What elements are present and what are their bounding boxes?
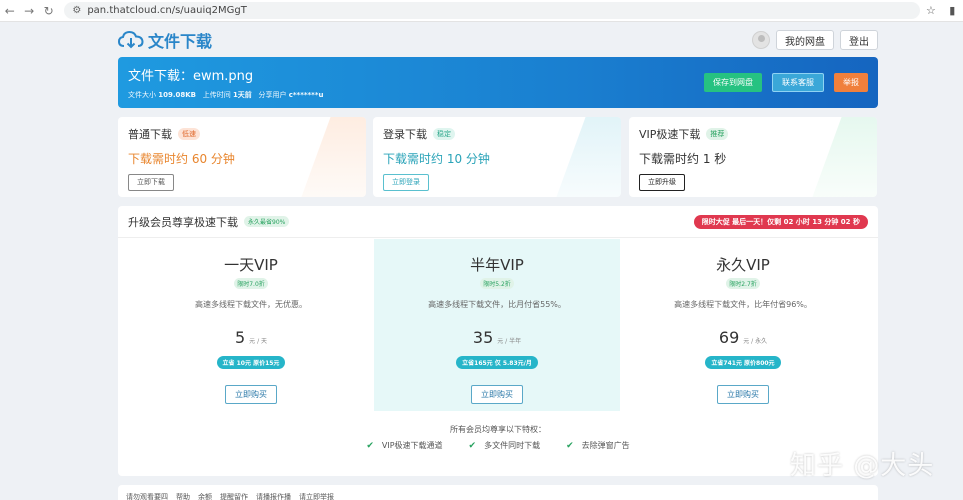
zhihu-watermark: 知乎 @大头	[790, 451, 935, 481]
footer-link[interactable]: 提醒留作	[220, 492, 248, 500]
buy-now-button[interactable]: 立即购买	[471, 385, 523, 404]
plan-savings-badge: 立省 10元 原价15元	[216, 356, 286, 369]
option-tag: 低速	[178, 128, 200, 140]
plan-description: 高速多线程下载文件，无优惠。	[195, 300, 307, 309]
site-header: 文件下载 我的网盘 登出	[118, 26, 878, 54]
check-icon: ✔	[566, 440, 574, 451]
save-to-drive-button[interactable]: 保存到网盘	[704, 73, 762, 92]
cloud-download-icon	[118, 30, 144, 49]
download-now-button[interactable]: 立即下载	[128, 174, 174, 191]
plan-price: 5	[234, 328, 246, 347]
upgrade-now-button[interactable]: 立即升级	[639, 174, 685, 191]
sharer-label: 分享用户	[258, 91, 287, 99]
bookmark-star-icon[interactable]: ☆	[920, 4, 941, 17]
footer-link[interactable]: 请立即举报	[299, 492, 334, 500]
plan-description: 高速多线程下载文件，比月付省55%。	[428, 300, 566, 309]
perk-label: 去除弹窗广告	[581, 441, 630, 450]
file-size-label: 文件大小	[128, 91, 156, 99]
plan-price-unit: 元 / 半年	[497, 338, 522, 345]
footer-link[interactable]: 请勿观看要四	[126, 492, 168, 500]
file-banner: 文件下载：ewm.png 文件大小 109.08KB 上传时间 1天前 分享用户…	[118, 57, 878, 108]
plan-savings-badge: 立省165元 仅 5.83元/月	[456, 356, 538, 369]
browser-toolbar: ← → ↻ ⚙ pan.thatcloud.cn/s/uauiq2MGgT ☆ …	[0, 0, 963, 22]
perk-item: ✔ 多文件同时下载	[469, 440, 541, 451]
plan-name: 永久VIP	[716, 256, 770, 274]
sidebar-icon[interactable]: ▮	[942, 4, 963, 17]
plan-name: 半年VIP	[470, 256, 524, 274]
plan-discount-badge: 限时2.7折	[726, 278, 760, 289]
option-tag: 推荐	[706, 128, 729, 140]
address-bar[interactable]: ⚙ pan.thatcloud.cn/s/uauiq2MGgT	[64, 2, 921, 19]
plan-card-half-year: 半年VIP 限时5.2折 高速多线程下载文件，比月付省55%。 35 元 / 半…	[374, 239, 620, 411]
vip-panel: 升级会员尊享极速下载 永久最省90% 限时大促 最后一天！仅剩 02 小时 13…	[118, 206, 878, 476]
logo-text[interactable]: 文件下载	[148, 28, 212, 52]
footer-link[interactable]: 请播报作播	[256, 492, 291, 500]
perk-item: ✔ VIP极速下载通道	[366, 440, 442, 451]
sharer-value: c*******u	[288, 91, 324, 99]
plan-discount-badge: 限时5.2折	[480, 278, 514, 289]
buy-now-button[interactable]: 立即购买	[225, 385, 277, 404]
vip-panel-tag: 永久最省90%	[244, 216, 290, 227]
site-info-icon[interactable]: ⚙	[72, 5, 81, 16]
normal-download-card: 普通下载 低速 下载需时约 60 分钟 立即下载	[118, 117, 366, 197]
option-title: VIP极速下载	[639, 128, 701, 141]
report-button[interactable]: 举报	[834, 73, 868, 92]
footer-link[interactable]: 帮助	[176, 492, 190, 500]
plan-savings-badge: 立省741元 原价800元	[705, 356, 781, 369]
perks-title: 所有会员均尊享以下特权：	[450, 425, 546, 434]
vip-panel-title: 升级会员尊享极速下载	[128, 215, 238, 229]
plan-price: 69	[718, 328, 740, 347]
perk-label: VIP极速下载通道	[381, 441, 443, 450]
buy-now-button[interactable]: 立即购买	[717, 385, 769, 404]
upload-time-value: 1天前	[232, 91, 252, 99]
check-icon: ✔	[468, 440, 477, 451]
promo-countdown-badge: 限时大促 最后一天！仅剩 02 小时 13 分钟 02 秒	[693, 214, 868, 229]
forward-icon[interactable]: →	[19, 4, 38, 18]
footer-links: 请勿观看要四 帮助 余额 提醒留作 请播报作播 请立即举报	[118, 485, 878, 500]
reload-icon[interactable]: ↻	[39, 4, 58, 18]
footer-link[interactable]: 余额	[198, 492, 212, 500]
vip-download-card: VIP极速下载 推荐 下载需时约 1 秒 立即升级	[629, 117, 877, 197]
my-drive-button[interactable]: 我的网盘	[776, 30, 834, 50]
plan-price-unit: 元 / 天	[249, 338, 268, 345]
check-icon: ✔	[366, 440, 374, 451]
logout-button[interactable]: 登出	[840, 30, 878, 50]
plan-price-unit: 元 / 永久	[743, 338, 768, 345]
plan-card-day: 一天VIP 限时7.0折 高速多线程下载文件，无优惠。 5 元 / 天 立省 1…	[128, 239, 374, 411]
avatar[interactable]	[752, 31, 770, 49]
plan-description: 高速多线程下载文件，比年付省96%。	[674, 300, 812, 309]
plan-name: 一天VIP	[224, 256, 278, 274]
upload-time-label: 上传时间	[202, 91, 231, 99]
perk-label: 多文件同时下载	[484, 441, 541, 450]
perk-item: ✔ 去除弹窗广告	[566, 440, 630, 451]
option-tag: 稳定	[433, 128, 455, 140]
plan-discount-badge: 限时7.0折	[234, 278, 268, 289]
plan-card-lifetime: 永久VIP 限时2.7折 高速多线程下载文件，比年付省96%。 69 元 / 永…	[620, 239, 866, 411]
option-title: 普通下载	[128, 128, 172, 141]
file-size-value: 109.08KB	[158, 91, 197, 99]
login-now-button[interactable]: 立即登录	[383, 174, 429, 191]
url-text: pan.thatcloud.cn/s/uauiq2MGgT	[87, 5, 247, 16]
login-download-card: 登录下载 稳定 下载需时约 10 分钟 立即登录	[373, 117, 621, 197]
perks-section: 所有会员均尊享以下特权： ✔ VIP极速下载通道 ✔ 多文件同时下载 ✔ 去除弹…	[118, 424, 878, 451]
plan-price: 35	[472, 328, 494, 347]
option-title: 登录下载	[383, 128, 427, 141]
back-icon[interactable]: ←	[0, 4, 19, 18]
contact-support-button[interactable]: 联系客服	[772, 73, 824, 92]
